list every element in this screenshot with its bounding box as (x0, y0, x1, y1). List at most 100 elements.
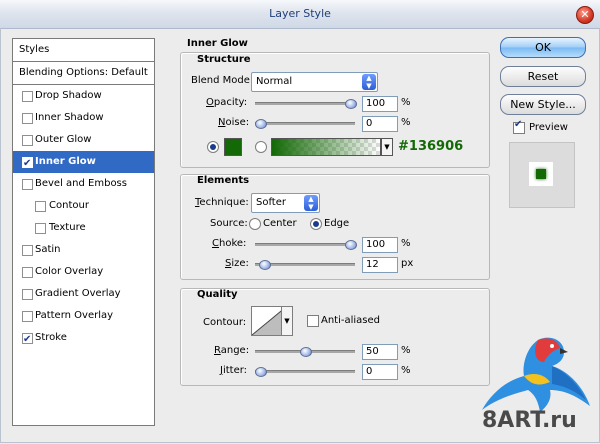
style-item[interactable]: Pattern Overlay (13, 305, 154, 327)
preview-layer (529, 162, 553, 186)
source-edge-radio[interactable] (310, 218, 322, 230)
range-slider-thumb[interactable] (300, 347, 312, 357)
style-item-label: Drop Shadow (35, 90, 102, 101)
style-items: Drop Shadow Inner Shadow Outer Glow Inner G… (13, 85, 154, 351)
style-item[interactable]: Bevel and Emboss (13, 173, 154, 195)
noise-unit: % (401, 117, 411, 128)
style-item-label: Inner Glow (35, 156, 96, 167)
size-slider-thumb[interactable] (259, 260, 271, 270)
preview-checkbox[interactable] (513, 119, 525, 134)
watermark-text: 8ART.ru (482, 408, 577, 433)
source-center-radio[interactable] (249, 218, 261, 230)
parrot-logo-icon (482, 337, 590, 412)
glow-gradient-swatch[interactable] (271, 138, 381, 156)
choke-slider[interactable] (255, 240, 357, 250)
style-item[interactable]: Color Overlay (13, 261, 154, 283)
style-checkbox[interactable] (22, 91, 33, 102)
glow-hex-label: #136906 (398, 139, 464, 154)
glow-color-swatch[interactable] (224, 138, 242, 156)
style-item-label: Satin (35, 244, 61, 255)
opacity-input[interactable]: 100 (362, 96, 398, 112)
opacity-slider[interactable] (255, 99, 357, 109)
close-icon[interactable]: ✕ (576, 6, 594, 24)
style-checkbox[interactable] (35, 201, 46, 212)
panel-title: Inner Glow (187, 38, 248, 49)
style-item-label: Gradient Overlay (35, 288, 121, 299)
style-checkbox[interactable] (22, 329, 33, 351)
opacity-unit: % (401, 97, 411, 108)
dropdown-arrows-icon: ▲ ▼ (362, 74, 376, 90)
jitter-slider-thumb[interactable] (255, 367, 267, 377)
styles-list: Styles Blending Options: Default Drop Sh… (12, 38, 155, 426)
noise-slider[interactable] (255, 119, 355, 129)
size-unit: px (401, 258, 414, 269)
style-item[interactable]: Stroke (13, 327, 154, 351)
contour-dropdown-icon[interactable]: ▼ (281, 306, 293, 336)
style-item[interactable]: Texture (13, 217, 154, 239)
preview-label: Preview (529, 122, 568, 133)
style-checkbox[interactable] (22, 179, 33, 190)
styles-header[interactable]: Styles (13, 39, 154, 62)
size-input[interactable]: 12 (362, 257, 398, 273)
style-item-label: Bevel and Emboss (35, 178, 127, 189)
style-checkbox[interactable] (22, 245, 33, 256)
opacity-slider-thumb[interactable] (345, 99, 357, 109)
style-checkbox[interactable] (22, 113, 33, 124)
style-item[interactable]: Contour (13, 195, 154, 217)
size-slider[interactable] (255, 260, 355, 270)
contour-label: Contour: (203, 317, 247, 328)
blend-mode-select[interactable]: Normal ▲ ▼ (251, 72, 378, 92)
jitter-label: Jitter: (220, 365, 248, 376)
technique-value: Softer (256, 197, 286, 208)
style-item[interactable]: Outer Glow (13, 129, 154, 151)
quality-title: Quality (197, 289, 238, 300)
blend-mode-value: Normal (256, 76, 293, 87)
new-style-button[interactable]: New Style... (500, 94, 586, 115)
gradient-radio[interactable] (255, 141, 267, 153)
technique-select[interactable]: Softer ▲ ▼ (251, 193, 320, 213)
opacity-label: Opacity: (206, 97, 248, 108)
range-input[interactable]: 50 (362, 344, 398, 360)
style-checkbox[interactable] (22, 311, 33, 322)
style-checkbox[interactable] (22, 289, 33, 300)
blending-options-item[interactable]: Blending Options: Default (13, 62, 154, 85)
blend-mode-label: Blend Mode: (191, 75, 254, 86)
style-checkbox[interactable] (35, 223, 46, 234)
style-checkbox[interactable] (22, 153, 33, 175)
solid-color-radio[interactable] (207, 141, 219, 153)
range-unit: % (401, 345, 411, 356)
noise-slider-thumb[interactable] (255, 119, 267, 129)
ok-button[interactable]: OK (500, 37, 586, 58)
style-item[interactable]: Satin (13, 239, 154, 261)
style-item-label: Texture (49, 222, 86, 233)
anti-aliased-checkbox[interactable] (307, 315, 319, 327)
source-center-label: Center (263, 218, 297, 229)
style-item-label: Stroke (35, 332, 67, 343)
style-item[interactable]: Drop Shadow (13, 85, 154, 107)
style-item[interactable]: Gradient Overlay (13, 283, 154, 305)
choke-label: Choke: (212, 238, 247, 249)
style-item-label: Pattern Overlay (35, 310, 114, 321)
window-title: Layer Style (269, 7, 331, 20)
noise-label: Noise: (218, 117, 250, 128)
title-bar: Layer Style ✕ (0, 0, 600, 29)
reset-button[interactable]: Reset (500, 66, 586, 87)
style-item[interactable]: Inner Glow (13, 151, 154, 175)
structure-title: Structure (197, 54, 251, 65)
jitter-input[interactable]: 0 (362, 364, 398, 380)
choke-input[interactable]: 100 (362, 237, 398, 253)
choke-unit: % (401, 238, 411, 249)
style-checkbox[interactable] (22, 135, 33, 146)
preview-thumbnail (509, 142, 575, 208)
range-slider[interactable] (255, 347, 355, 357)
choke-slider-thumb[interactable] (345, 240, 357, 250)
source-label: Source: (210, 218, 248, 229)
gradient-dropdown-icon[interactable]: ▼ (381, 138, 393, 156)
noise-input[interactable]: 0 (362, 116, 398, 132)
style-checkbox[interactable] (22, 267, 33, 278)
style-item-label: Contour (49, 200, 89, 211)
jitter-slider[interactable] (255, 367, 355, 377)
style-item[interactable]: Inner Shadow (13, 107, 154, 129)
dropdown-arrows-icon: ▲ ▼ (304, 195, 318, 211)
jitter-unit: % (401, 365, 411, 376)
